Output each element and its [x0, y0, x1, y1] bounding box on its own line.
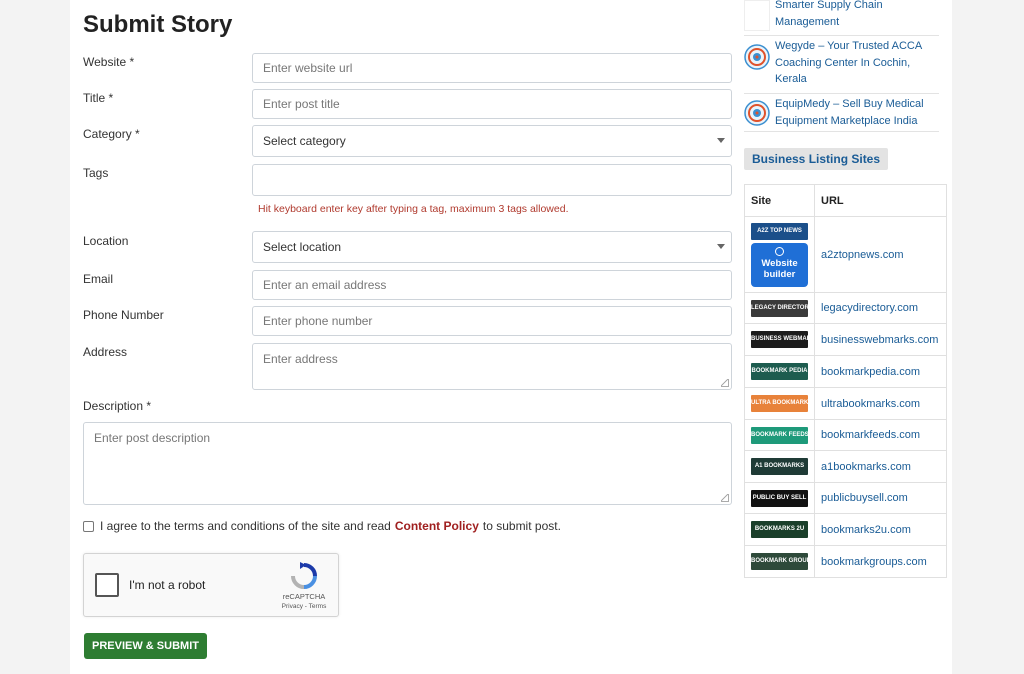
recaptcha-logo-icon: [291, 562, 317, 589]
captcha-checkbox[interactable]: [95, 573, 119, 597]
site-logo-cell: BOOKMARKS 2U: [744, 513, 815, 546]
site-url-link[interactable]: bookmarks2u.com: [814, 513, 947, 546]
site-logo: BOOKMARK GROUPS: [751, 553, 808, 570]
chevron-down-icon: [717, 138, 725, 143]
business-listing-title: Business Listing Sites: [744, 148, 889, 170]
site-logo-cell: LEGACY DIRECTORIES: [744, 292, 815, 324]
recent-post-item: Smarter Supply Chain Management: [744, 0, 939, 36]
terms-text-end: to submit post.: [482, 519, 561, 533]
table-row: ULTRA BOOKMARKS ultrabookmarks.com: [744, 387, 947, 420]
chevron-down-icon: [717, 244, 725, 249]
play-icon: [775, 246, 784, 256]
site-logo: PUBLIC BUY SELL: [751, 489, 808, 507]
site-logo-cell: PUBLIC BUY SELL: [744, 482, 815, 514]
url-column-header: URL: [814, 184, 947, 217]
site-logo-cell: BOOKMARK FEEDS: [744, 419, 815, 451]
target-icon: [744, 100, 770, 126]
address-textarea[interactable]: Enter address: [252, 343, 732, 390]
recent-post-link[interactable]: Smarter Supply Chain Management: [775, 0, 940, 30]
site-url-link[interactable]: a2ztopnews.com: [814, 216, 947, 293]
site-logo-cell: A2Z TOP NEWS Website builder: [744, 216, 815, 293]
description-placeholder: Enter post description: [94, 431, 211, 445]
category-label: Category *: [83, 127, 140, 141]
website-builder-badge[interactable]: Website builder: [751, 242, 808, 287]
site-logo: BOOKMARK PEDIA: [751, 363, 808, 380]
table-row: A2Z TOP NEWS Website builder a2ztopnews.…: [744, 216, 947, 293]
target-icon: [744, 44, 770, 70]
table-header-row: Site URL: [744, 184, 947, 217]
site-logo: LEGACY DIRECTORIES: [751, 299, 808, 317]
category-selected-value: Select category: [263, 134, 346, 148]
recent-post-item: Wegyde – Your Trusted ACCA Coaching Cent…: [744, 36, 939, 94]
terms-agreement: I agree to the terms and conditions of t…: [83, 519, 561, 533]
site-logo: BOOKMARK FEEDS: [751, 426, 808, 444]
terms-text: I agree to the terms and conditions of t…: [100, 519, 391, 533]
site-url-link[interactable]: businesswebmarks.com: [814, 323, 947, 356]
title-label: Title *: [83, 91, 114, 105]
email-label: Email: [83, 272, 114, 286]
email-input[interactable]: Enter an email address: [252, 270, 732, 300]
site-logo: BOOKMARKS 2U: [751, 521, 808, 538]
captcha-links[interactable]: Privacy - Terms: [274, 603, 334, 610]
captcha-brand: reCAPTCHA: [282, 592, 326, 601]
site-logo-cell: BOOKMARK GROUPS: [744, 545, 815, 578]
address-label: Address: [83, 345, 128, 359]
recent-post-link[interactable]: EquipMedy – Sell Buy Medical Equipment M…: [775, 96, 940, 129]
site-url-link[interactable]: ultrabookmarks.com: [814, 387, 947, 420]
site-url-link[interactable]: legacydirectory.com: [814, 292, 947, 324]
site-logo-cell: BUSINESS WEBMARKS: [744, 323, 815, 356]
site-logo: ULTRA BOOKMARKS: [751, 395, 808, 412]
address-placeholder: Enter address: [263, 352, 338, 366]
website-input[interactable]: Enter website url: [252, 53, 732, 83]
phone-input[interactable]: Enter phone number: [252, 306, 732, 336]
terms-checkbox[interactable]: [83, 520, 94, 532]
site-column-header: Site: [744, 184, 815, 217]
table-row: BOOKMARKS 2U bookmarks2u.com: [744, 513, 947, 546]
recaptcha-widget: I'm not a robot reCAPTCHA Privacy - Term…: [83, 553, 339, 617]
site-logo-cell: ULTRA BOOKMARKS: [744, 387, 815, 420]
table-row: LEGACY DIRECTORIES legacydirectory.com: [744, 292, 947, 324]
site-logo: BUSINESS WEBMARKS: [751, 331, 808, 348]
resize-handle-icon[interactable]: [721, 494, 729, 502]
website-builder-label: Website builder: [761, 257, 798, 280]
tags-hint: Hit keyboard enter key after typing a ta…: [258, 203, 569, 215]
site-logo: A2Z TOP NEWS: [751, 222, 808, 240]
business-listing-table: Site URL A2Z TOP NEWS Website builder a2…: [744, 184, 947, 578]
captcha-label: I'm not a robot: [129, 578, 206, 592]
table-row: BOOKMARK GROUPS bookmarkgroups.com: [744, 545, 947, 578]
table-row: A1 BOOKMARKS a1bookmarks.com: [744, 450, 947, 483]
page: Submit Story Website * Enter website url…: [70, 0, 952, 674]
page-title: Submit Story: [83, 11, 233, 38]
tags-input[interactable]: [252, 164, 732, 196]
table-row: BUSINESS WEBMARKS businesswebmarks.com: [744, 323, 947, 356]
title-input[interactable]: Enter post title: [252, 89, 732, 119]
site-logo-cell: BOOKMARK PEDIA: [744, 355, 815, 388]
location-selected-value: Select location: [263, 240, 342, 254]
site-logo: A1 BOOKMARKS: [751, 458, 808, 475]
tags-label: Tags: [83, 166, 109, 180]
site-url-link[interactable]: bookmarkfeeds.com: [814, 419, 947, 451]
content-policy-link[interactable]: Content Policy: [395, 519, 479, 533]
site-url-link[interactable]: publicbuysell.com: [814, 482, 947, 514]
category-select[interactable]: Select category: [252, 125, 732, 157]
table-row: PUBLIC BUY SELL publicbuysell.com: [744, 482, 947, 514]
location-label: Location: [83, 234, 129, 248]
description-label: Description *: [83, 399, 152, 413]
preview-submit-button[interactable]: PREVIEW & SUBMIT: [84, 633, 207, 659]
site-logo-cell: A1 BOOKMARKS: [744, 450, 815, 483]
table-row: BOOKMARK FEEDS bookmarkfeeds.com: [744, 419, 947, 451]
table-row: BOOKMARK PEDIA bookmarkpedia.com: [744, 355, 947, 388]
site-url-link[interactable]: bookmarkpedia.com: [814, 355, 947, 388]
site-url-link[interactable]: bookmarkgroups.com: [814, 545, 947, 578]
recent-post-link[interactable]: Wegyde – Your Trusted ACCA Coaching Cent…: [775, 38, 940, 88]
recent-post-item: EquipMedy – Sell Buy Medical Equipment M…: [744, 94, 939, 132]
phone-label: Phone Number: [83, 308, 164, 322]
resize-handle-icon[interactable]: [721, 379, 729, 387]
description-textarea[interactable]: Enter post description: [83, 422, 732, 505]
site-url-link[interactable]: a1bookmarks.com: [814, 450, 947, 483]
website-label: Website *: [83, 55, 135, 69]
location-select[interactable]: Select location: [252, 231, 732, 263]
